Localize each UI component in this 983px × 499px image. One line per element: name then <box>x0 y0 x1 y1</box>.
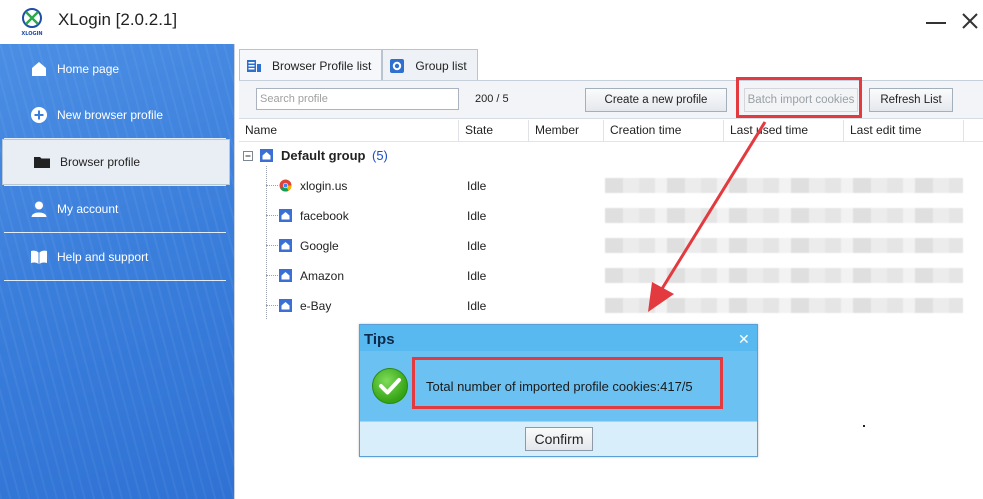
profile-name: xlogin.us <box>300 179 348 193</box>
sidebar-item-label: My account <box>57 202 119 216</box>
xlogin-logo-icon: XLOGIN <box>21 8 43 36</box>
home-icon <box>279 269 292 282</box>
create-profile-button[interactable]: Create a new profile <box>585 88 727 112</box>
table-row[interactable]: xlogin.us Idle <box>239 171 983 201</box>
tips-dialog: Tips ✕ Total number of imported profile … <box>359 324 758 457</box>
success-check-icon <box>372 368 408 404</box>
sidebar-item-label: Browser profile <box>60 155 141 169</box>
folder-icon <box>33 153 51 171</box>
column-header-member[interactable]: Member <box>535 123 579 137</box>
sidebar-item-home[interactable]: Home page <box>0 46 228 92</box>
profile-name: e-Bay <box>300 299 332 313</box>
sidebar-item-browser-profile[interactable]: Browser profile <box>2 139 230 185</box>
highlight-box-batch <box>736 77 862 118</box>
gear-icon <box>390 58 405 73</box>
profile-state: Idle <box>467 239 487 253</box>
tab-label: Group list <box>415 58 467 73</box>
sidebar-item-label: Help and support <box>57 250 149 264</box>
redacted-timestamps <box>605 178 963 193</box>
table-row[interactable]: Google Idle <box>239 231 983 261</box>
chrome-icon <box>279 179 292 192</box>
search-input[interactable] <box>256 88 459 110</box>
sidebar-item-label: New browser profile <box>57 108 164 122</box>
tab-label: Browser Profile list <box>272 58 372 73</box>
collapse-icon[interactable] <box>243 151 253 161</box>
tab-group-list[interactable]: Group list <box>382 49 478 81</box>
profile-count: 200 / 5 <box>475 93 509 105</box>
column-header-last-used-time[interactable]: Last used time <box>730 123 808 137</box>
home-icon <box>30 60 48 78</box>
sidebar-divider <box>4 280 226 281</box>
close-icon[interactable] <box>955 6 983 36</box>
title-bar: XLOGIN XLogin [2.0.2.1] <box>0 0 983 44</box>
list-icon <box>247 59 261 72</box>
profile-name: Google <box>300 239 339 253</box>
refresh-list-button[interactable]: Refresh List <box>869 88 953 112</box>
plus-circle-icon <box>30 106 48 124</box>
sidebar: Home page New browser profile Browser pr… <box>0 44 234 499</box>
column-header-name[interactable]: Name <box>245 123 277 137</box>
group-name: Default group <box>281 148 366 163</box>
confirm-button[interactable]: Confirm <box>525 427 593 451</box>
profile-state: Idle <box>467 299 487 313</box>
group-count: (5) <box>372 148 388 163</box>
redacted-timestamps <box>605 298 963 313</box>
table-row[interactable]: e-Bay Idle <box>239 291 983 321</box>
sidebar-item-my-account[interactable]: My account <box>0 186 228 232</box>
minimize-icon[interactable] <box>921 6 951 36</box>
table-row[interactable]: Amazon Idle <box>239 261 983 291</box>
table-header: Name State Member Creation time Last use… <box>239 120 983 142</box>
profile-state: Idle <box>467 269 487 283</box>
home-icon <box>279 239 292 252</box>
highlight-box-message <box>412 357 723 409</box>
home-icon <box>279 209 292 222</box>
home-icon <box>279 299 292 312</box>
column-header-state[interactable]: State <box>465 123 493 137</box>
sidebar-item-help[interactable]: Help and support <box>0 234 228 280</box>
cursor-dot <box>863 425 865 427</box>
home-icon <box>260 149 273 162</box>
sidebar-item-new-profile[interactable]: New browser profile <box>0 92 228 138</box>
toolbar: 200 / 5 Create a new profile Batch impor… <box>239 81 983 119</box>
user-icon <box>30 200 48 218</box>
profile-state: Idle <box>467 179 487 193</box>
table-row[interactable]: facebook Idle <box>239 201 983 231</box>
redacted-timestamps <box>605 268 963 283</box>
sidebar-item-label: Home page <box>57 62 120 76</box>
book-icon <box>30 248 48 266</box>
column-header-creation-time[interactable]: Creation time <box>610 123 681 137</box>
profile-name: facebook <box>300 209 349 223</box>
svg-text:XLOGIN: XLOGIN <box>21 31 42 36</box>
group-row[interactable]: Default group (5) <box>239 141 983 171</box>
sidebar-divider <box>4 232 226 233</box>
redacted-timestamps <box>605 208 963 223</box>
tab-browser-profile-list[interactable]: Browser Profile list <box>239 49 383 81</box>
dialog-title: Tips <box>364 331 395 348</box>
column-header-last-edit-time[interactable]: Last edit time <box>850 123 921 137</box>
app-title: XLogin [2.0.2.1] <box>58 10 178 29</box>
profile-name: Amazon <box>300 269 345 283</box>
tab-bar: Browser Profile list Group list <box>239 49 478 81</box>
profile-state: Idle <box>467 209 487 223</box>
dialog-close-icon[interactable]: ✕ <box>738 331 750 348</box>
redacted-timestamps <box>605 238 963 253</box>
